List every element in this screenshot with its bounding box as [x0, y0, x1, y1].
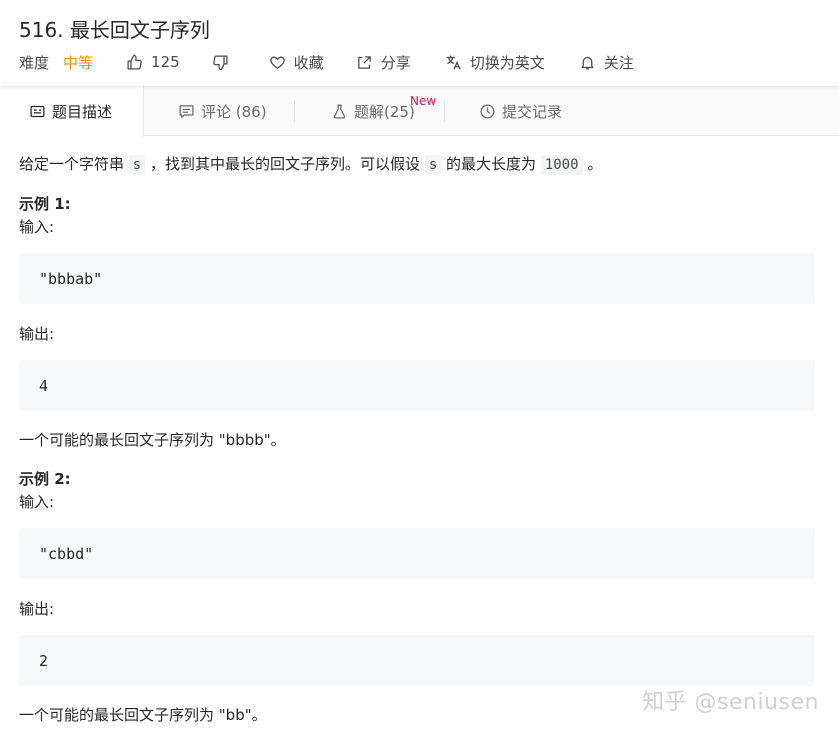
tab-comments-label: 评论 (86)	[201, 102, 267, 121]
example-input-block: "bbbab"	[19, 253, 815, 304]
clock-icon	[480, 103, 495, 119]
example-output-label: 输出:	[19, 325, 55, 343]
tab-solutions[interactable]: 题解(25)	[331, 86, 415, 136]
example-input-label: 输入:	[19, 218, 55, 236]
example-explanation: 一个可能的最长回文子序列为 "bbbb"。	[19, 431, 286, 449]
page-title: 516. 最长回文子序列	[19, 18, 210, 42]
like-count: 125	[151, 53, 180, 71]
example-output-block: 2	[19, 635, 815, 686]
description-text: 。	[587, 155, 603, 173]
tab-separator	[444, 100, 445, 122]
inline-code: s	[128, 155, 146, 175]
problem-meta-bar: 难度 中等 125 收藏 分享 切换为英文 关注	[19, 52, 634, 72]
thumbs-up-icon	[127, 54, 142, 70]
bell-icon	[581, 56, 594, 70]
problem-header: 516. 最长回文子序列 难度 中等 125 收藏 分享 切换为英文 关注	[0, 0, 839, 86]
share-icon	[357, 55, 371, 69]
description-text: ，找到其中最长的回文子序列。可以假设	[150, 155, 421, 173]
watermark: 知乎 @seniusen	[642, 690, 819, 715]
tab-submissions-label: 提交记录	[502, 102, 563, 121]
example-explanation: 一个可能的最长回文子序列为 "bb"。	[19, 706, 267, 724]
flask-icon	[333, 103, 346, 119]
switch-language-label: 切换为英文	[469, 53, 545, 72]
description-text: 的最大长度为	[446, 155, 537, 173]
example-output-block: 4	[19, 360, 815, 411]
tab-solutions-label: 题解(25)	[354, 102, 415, 121]
dislike-button[interactable]	[212, 54, 237, 71]
share-label: 分享	[380, 53, 411, 72]
thumbs-down-icon	[212, 54, 228, 70]
share-button[interactable]: 分享	[356, 52, 411, 73]
description-icon	[30, 105, 45, 118]
follow-button[interactable]: 关注	[579, 52, 634, 73]
description-text: 给定一个字符串	[19, 155, 125, 173]
comment-icon	[179, 104, 194, 118]
tab-comments[interactable]: 评论 (86)	[178, 86, 267, 136]
inline-code: 1000	[540, 155, 583, 175]
favorite-label: 收藏	[293, 53, 324, 72]
example-title: 示例 2:	[19, 470, 71, 488]
follow-label: 关注	[603, 53, 634, 72]
tab-description[interactable]: 题目描述	[0, 86, 144, 137]
tab-separator	[294, 100, 295, 122]
example-input-label: 输入:	[19, 493, 55, 511]
translate-icon	[446, 54, 461, 70]
favorite-button[interactable]: 收藏	[269, 52, 324, 73]
example-title: 示例 1:	[19, 195, 71, 213]
difficulty-value: 中等	[63, 53, 94, 72]
new-badge: New	[410, 94, 437, 108]
tab-description-label: 题目描述	[52, 103, 113, 121]
difficulty-label: 难度	[19, 53, 50, 72]
problem-description: 给定一个字符串 s ，找到其中最长的回文子序列。可以假设 s 的最大长度为 10…	[19, 153, 603, 175]
tab-submissions[interactable]: 提交记录	[479, 86, 562, 136]
switch-language-button[interactable]: 切换为英文	[445, 52, 545, 73]
inline-code: s	[424, 155, 442, 175]
example-output-label: 输出:	[19, 600, 55, 618]
heart-icon	[269, 56, 285, 69]
example-input-block: "cbbd"	[19, 528, 815, 579]
like-button[interactable]: 125	[126, 53, 180, 71]
